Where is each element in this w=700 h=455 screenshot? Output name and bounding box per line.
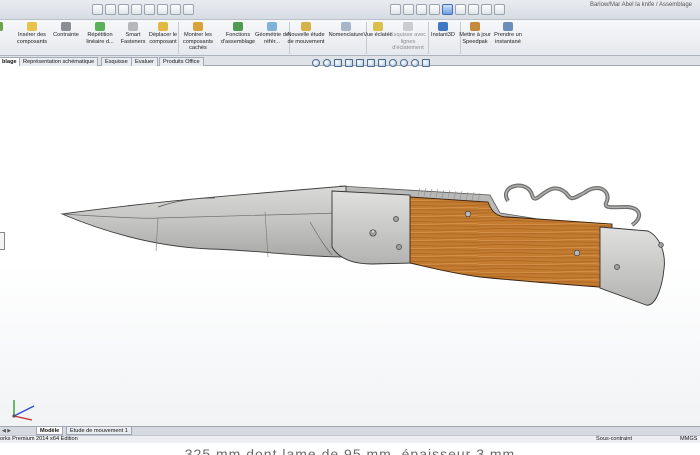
rear-bolster [599, 226, 665, 306]
wood-handle [409, 196, 613, 289]
tab-office-products[interactable]: Produits Office [159, 57, 204, 66]
ribbon-label: Montrer les composants cachés [182, 32, 214, 51]
view-settings-icon[interactable] [422, 59, 430, 67]
speedpak-icon [470, 22, 480, 31]
section-view-icon[interactable] [345, 59, 353, 67]
display-style-icon[interactable] [403, 4, 414, 15]
tab-model[interactable]: Modèle [36, 427, 64, 435]
edit-appearance-icon[interactable] [400, 59, 408, 67]
panel-splitter-handle[interactable] [0, 232, 5, 250]
knife-model[interactable] [0, 67, 700, 426]
ribbon-label: Mettre à jour Speedpak [459, 32, 491, 45]
ribbon-label: Contrainte [53, 32, 79, 38]
show-hidden-icon [193, 22, 203, 31]
motion-study-icon [301, 22, 311, 31]
shaded-edges-icon[interactable] [442, 4, 453, 15]
linear-pattern-icon [95, 22, 105, 31]
ribbon-label: Instant3D [431, 32, 455, 38]
hide-show-items-icon[interactable] [389, 59, 397, 67]
ribbon-label: Prendre un instantané [494, 32, 522, 45]
view-toolbar [390, 4, 505, 16]
reference-geometry-icon [267, 22, 277, 31]
command-manager-ribbon: le... Insérer des composants Contrainte … [0, 20, 700, 56]
graphics-area[interactable] [0, 59, 700, 426]
edit-component-icon [0, 22, 3, 31]
front-bolster [331, 190, 413, 265]
hide-show-icon[interactable] [416, 4, 427, 15]
ribbon-button-snapshot[interactable]: Prendre un instantané [488, 22, 528, 45]
section-view-icon[interactable] [429, 4, 440, 15]
exploded-view-icon [373, 22, 383, 31]
ribbon-button-show-hidden[interactable]: Montrer les composants cachés [178, 22, 218, 52]
mate-icon [61, 22, 71, 31]
assembly-features-icon [233, 22, 243, 31]
wireframe-icon[interactable] [468, 4, 479, 15]
move-component-icon [158, 22, 168, 31]
zoom-to-area-icon[interactable] [323, 59, 331, 67]
smart-fasteners-icon [128, 22, 138, 31]
ribbon-label: Fonctions d'assemblage [220, 32, 256, 45]
status-bar: orks Premium 2014 x64 Edition Sous-contr… [0, 435, 700, 443]
print-icon[interactable] [131, 4, 142, 15]
apply-scene-icon[interactable] [411, 59, 419, 67]
new-icon[interactable] [92, 4, 103, 15]
instant3d-icon [438, 22, 448, 31]
caption-text: 325 mm dont lame de 95 mm, épaisseur 3 m… [184, 446, 516, 455]
status-units[interactable]: MMGS [680, 436, 697, 443]
ribbon-button-explode-line-sketch[interactable]: Esquisse avec lignes d'éclatement [388, 22, 428, 52]
previous-view-icon[interactable] [334, 59, 342, 67]
ribbon-button-move-component[interactable]: Déplacer le composant [143, 22, 183, 45]
zoom-to-fit-icon[interactable] [312, 59, 320, 67]
reference-triad [12, 400, 35, 421]
rebuild-icon[interactable] [170, 4, 181, 15]
document-title: Barlow/Mar Abel la knife / Assemblage [589, 2, 692, 8]
explode-line-icon [403, 22, 413, 31]
save-icon[interactable] [118, 4, 129, 15]
tab-evaluate[interactable]: Evaluer [131, 57, 158, 66]
ribbon-label: Déplacer le composant [148, 32, 178, 45]
appearance-icon[interactable] [481, 4, 492, 15]
view-orientation-icon[interactable] [367, 59, 375, 67]
blade [60, 185, 347, 258]
handle-rivet [464, 210, 472, 218]
insert-components-icon [27, 22, 37, 31]
status-product: orks Premium 2014 x64 Edition [0, 436, 78, 442]
ribbon-label: Smart Fasteners [120, 32, 146, 45]
display-style-icon[interactable] [378, 59, 386, 67]
snapshot-icon [503, 22, 513, 31]
ribbon-label: Répétition linéaire d... [86, 32, 114, 45]
ribbon-label: Esquisse avec lignes d'éclatement [389, 32, 427, 51]
bom-icon [341, 22, 351, 31]
tab-motion-study[interactable]: Etude de mouvement 1 [66, 427, 132, 435]
view-orientation-icon[interactable] [390, 4, 401, 15]
image-caption: 325 mm dont lame de 95 mm, épaisseur 3 m… [0, 443, 700, 455]
scene-icon[interactable] [494, 4, 505, 15]
quick-access-toolbar [92, 4, 194, 16]
bottom-tabs: ◀ ▶ Modèle Etude de mouvement 1 [0, 426, 700, 435]
ribbon-button-motion-study[interactable]: Nouvelle étude de mouvement [286, 22, 326, 45]
undo-icon[interactable] [144, 4, 155, 15]
ribbon-label: Insérer des composants [16, 32, 48, 45]
tab-sketch[interactable]: Esquisse [101, 57, 132, 66]
dynamic-annotation-icon[interactable] [356, 59, 364, 67]
ribbon-label: Nouvelle étude de mouvement [287, 32, 325, 45]
options-icon[interactable] [183, 4, 194, 15]
select-icon[interactable] [157, 4, 168, 15]
status-constraint: Sous-contraint [596, 436, 633, 442]
open-icon[interactable] [105, 4, 116, 15]
ribbon-label: Géométrie de référ... [255, 32, 289, 45]
tab-schematic[interactable]: Représentation schématique [19, 57, 99, 66]
bolster-pin [396, 244, 402, 250]
title-bar: Barlow/Mar Abel la knife / Assemblage [0, 0, 700, 20]
handle-rivet [573, 249, 581, 257]
tab-scroll-arrows-icon[interactable]: ◀ ▶ [2, 428, 11, 434]
tab-assembly[interactable]: blage [0, 57, 21, 66]
shaded-icon[interactable] [455, 4, 466, 15]
